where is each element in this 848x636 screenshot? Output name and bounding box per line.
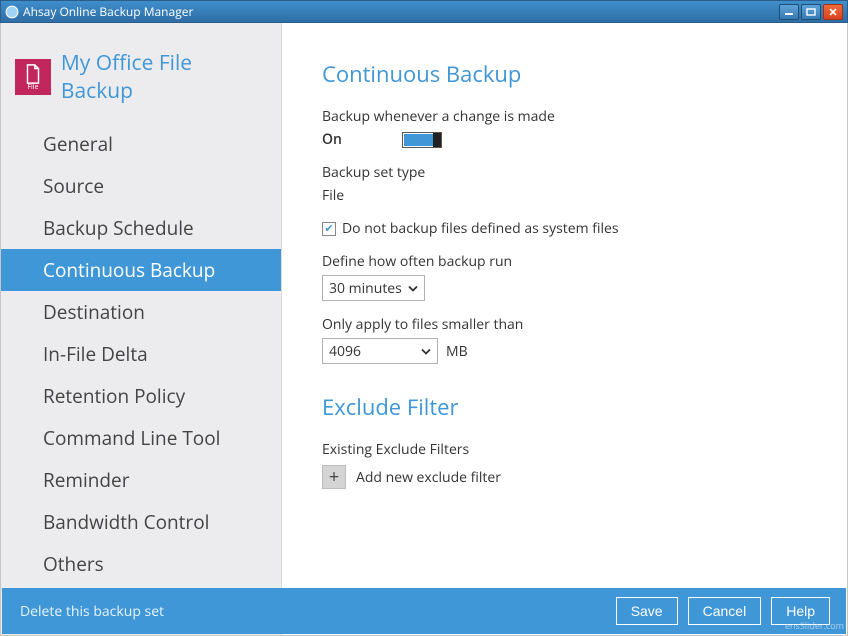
continuous-backup-toggle[interactable]	[402, 132, 442, 148]
sidebar-item-continuous-backup[interactable]: Continuous Backup	[1, 249, 281, 291]
add-filter-row: + Add new exclude filter	[322, 465, 807, 489]
window-title: Ahsay Online Backup Manager	[23, 3, 779, 20]
size-limit-block: Only apply to files smaller than 4096 MB	[322, 315, 807, 364]
sidebar-item-retention-policy[interactable]: Retention Policy	[1, 375, 281, 417]
sidebar-item-reminder[interactable]: Reminder	[1, 459, 281, 501]
sidebar-item-others[interactable]: Others	[1, 543, 281, 585]
size-limit-label: Only apply to files smaller than	[322, 315, 807, 334]
frequency-block: Define how often backup run 30 minutes	[322, 252, 807, 301]
backup-change-block: Backup whenever a change is made On	[322, 107, 807, 149]
sidebar: File My Office File Backup General Sourc…	[1, 23, 282, 635]
close-button[interactable]	[823, 4, 843, 20]
frequency-select[interactable]: 30 minutes	[322, 275, 425, 301]
cancel-button[interactable]: Cancel	[688, 597, 762, 625]
sidebar-item-source[interactable]: Source	[1, 165, 281, 207]
help-button[interactable]: Help	[771, 597, 830, 625]
chevron-down-icon	[408, 279, 418, 298]
set-type-value: File	[322, 186, 807, 205]
backup-change-label: Backup whenever a change is made	[322, 107, 807, 126]
app-icon	[5, 5, 19, 19]
sidebar-item-general[interactable]: General	[1, 123, 281, 165]
sidebar-item-backup-schedule[interactable]: Backup Schedule	[1, 207, 281, 249]
size-limit-unit: MB	[446, 342, 468, 361]
titlebar: Ahsay Online Backup Manager	[0, 0, 848, 23]
plus-icon: +	[329, 468, 339, 486]
existing-filters-label: Existing Exclude Filters	[322, 440, 807, 459]
sidebar-nav: General Source Backup Schedule Continuou…	[1, 123, 281, 585]
frequency-label: Define how often backup run	[322, 252, 807, 271]
profile-title: My Office File Backup	[61, 49, 269, 105]
set-type-label: Backup set type	[322, 163, 807, 182]
heading-exclude-filter: Exclude Filter	[322, 392, 807, 422]
sidebar-item-destination[interactable]: Destination	[1, 291, 281, 333]
delete-backup-set-link[interactable]: Delete this backup set	[20, 602, 164, 621]
client-area: File My Office File Backup General Sourc…	[0, 23, 848, 636]
add-filter-button[interactable]: +	[322, 465, 346, 489]
file-icon: File	[15, 59, 51, 95]
add-filter-label: Add new exclude filter	[356, 468, 501, 487]
window-buttons	[779, 4, 843, 20]
set-type-block: Backup set type File	[322, 163, 807, 205]
size-limit-value: 4096	[329, 342, 361, 361]
no-system-files-checkbox[interactable]	[322, 222, 336, 236]
heading-continuous-backup: Continuous Backup	[322, 59, 807, 89]
main-panel: Continuous Backup Backup whenever a chan…	[282, 23, 847, 635]
minimize-button[interactable]	[779, 4, 799, 20]
footer: Delete this backup set Save Cancel Help …	[2, 588, 846, 634]
file-icon-label: File	[27, 83, 38, 92]
no-system-files-row: Do not backup files defined as system fi…	[322, 219, 807, 238]
chevron-down-icon	[421, 342, 431, 361]
save-button[interactable]: Save	[616, 597, 678, 625]
sidebar-item-bandwidth-control[interactable]: Bandwidth Control	[1, 501, 281, 543]
size-limit-select[interactable]: 4096	[322, 338, 438, 364]
sidebar-item-command-line-tool[interactable]: Command Line Tool	[1, 417, 281, 459]
no-system-files-label: Do not backup files defined as system fi…	[342, 219, 619, 238]
sidebar-item-in-file-delta[interactable]: In-File Delta	[1, 333, 281, 375]
frequency-value: 30 minutes	[329, 279, 402, 298]
toggle-state-text: On	[322, 130, 342, 149]
profile-header: File My Office File Backup	[1, 41, 281, 123]
maximize-button[interactable]	[801, 4, 821, 20]
